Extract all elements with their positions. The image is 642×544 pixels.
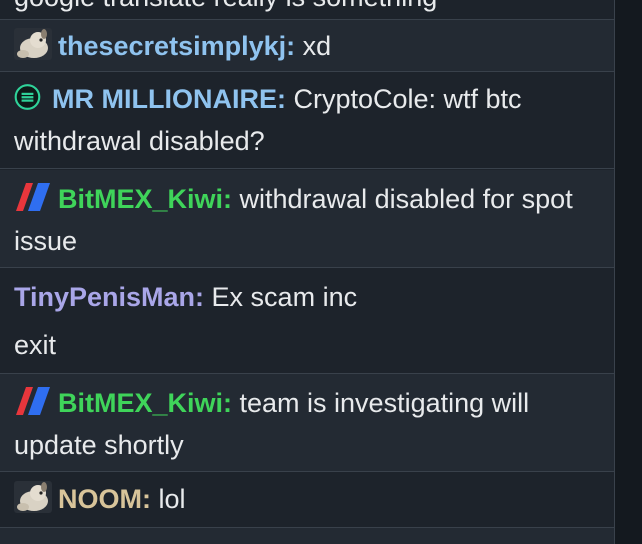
username[interactable]: MR MILLIONAIRE: <box>52 84 286 114</box>
username[interactable]: BitMEX_Kiwi: <box>58 388 232 418</box>
chat-message: NOOM: lol <box>0 472 614 528</box>
chat-message: BitMEX_Kiwi: withdrawal disabled for spo… <box>0 170 614 268</box>
username[interactable]: NOOM: <box>58 484 151 514</box>
chat-message: google translate really is something <box>0 0 614 20</box>
chat-message: TinyPenisMan: Ex scam inc exit <box>0 268 614 374</box>
username[interactable]: BitMEX_Kiwi: <box>58 184 232 214</box>
dog-avatar-icon <box>14 28 52 60</box>
dog-avatar-icon <box>14 481 52 513</box>
side-panel-edge <box>615 0 642 544</box>
message-text: lol <box>150 484 186 514</box>
chat-panel: google translate really is something the… <box>0 0 615 544</box>
chat-message: MR MILLIONAIRE: CryptoCole: wtf btc with… <box>0 72 614 169</box>
message-text-continued: exit <box>14 330 57 360</box>
green-badge-icon <box>14 84 41 110</box>
chat-message-partial <box>0 528 614 544</box>
chat-message: BitMEX_Kiwi: team is investigating will … <box>0 374 614 472</box>
chat-message: thesecretsimplykj: xd <box>0 20 614 72</box>
message-text: google translate really is something <box>14 0 437 12</box>
bitmex-logo-icon <box>16 183 50 211</box>
username[interactable]: TinyPenisMan: <box>14 282 204 312</box>
message-text: xd <box>295 31 332 61</box>
username[interactable]: thesecretsimplykj: <box>58 31 295 61</box>
bitmex-logo-icon <box>16 387 50 415</box>
message-text: Ex scam inc <box>204 282 358 312</box>
